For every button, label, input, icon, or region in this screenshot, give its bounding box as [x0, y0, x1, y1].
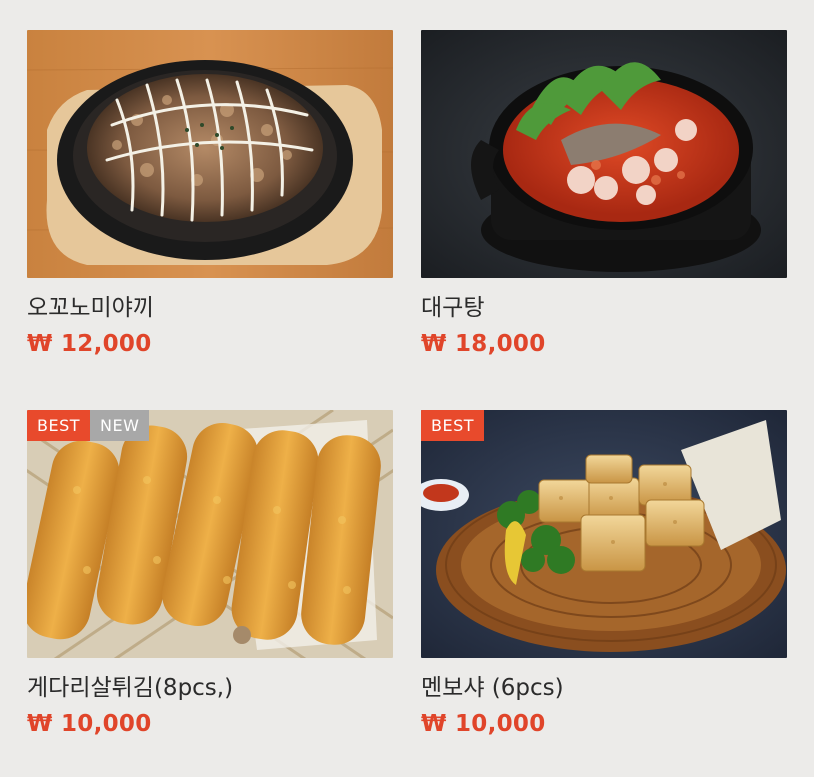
menu-item-name: 게다리살튀김(8pcs,)	[27, 675, 234, 701]
okonomiyaki-photo[interactable]	[27, 30, 393, 278]
best-badge: BEST	[27, 410, 91, 441]
menu-item-price: ₩ 12,000	[27, 331, 152, 357]
menu-item-price: ₩ 18,000	[421, 331, 546, 357]
badge-group: BEST NEW	[27, 410, 150, 441]
menu-item-okonomiyaki[interactable]: 오꼬노미야끼 ₩ 12,000	[27, 30, 393, 359]
menu-item-name: 멘보샤 (6pcs)	[421, 675, 564, 701]
badge-group: BEST	[421, 410, 485, 441]
crab-fry-photo[interactable]: BEST NEW	[27, 410, 393, 658]
menu-item-price: ₩ 10,000	[27, 711, 152, 737]
menu-item-crab-fry[interactable]: BEST NEW 게다리살튀김(8pcs,) ₩ 10,000	[27, 410, 393, 739]
menu-item-price: ₩ 10,000	[421, 711, 546, 737]
menu-item-daegutang[interactable]: 대구탕 ₩ 18,000	[421, 30, 787, 359]
daegutang-photo[interactable]	[421, 30, 787, 278]
menu-item-name: 오꼬노미야끼	[27, 295, 154, 321]
menu-item-menbosha[interactable]: BEST 멘보샤 (6pcs) ₩ 10,000	[421, 410, 787, 739]
menu-item-name: 대구탕	[421, 295, 485, 321]
new-badge: NEW	[90, 410, 150, 441]
best-badge: BEST	[421, 410, 485, 441]
menbosha-photo[interactable]: BEST	[421, 410, 787, 658]
